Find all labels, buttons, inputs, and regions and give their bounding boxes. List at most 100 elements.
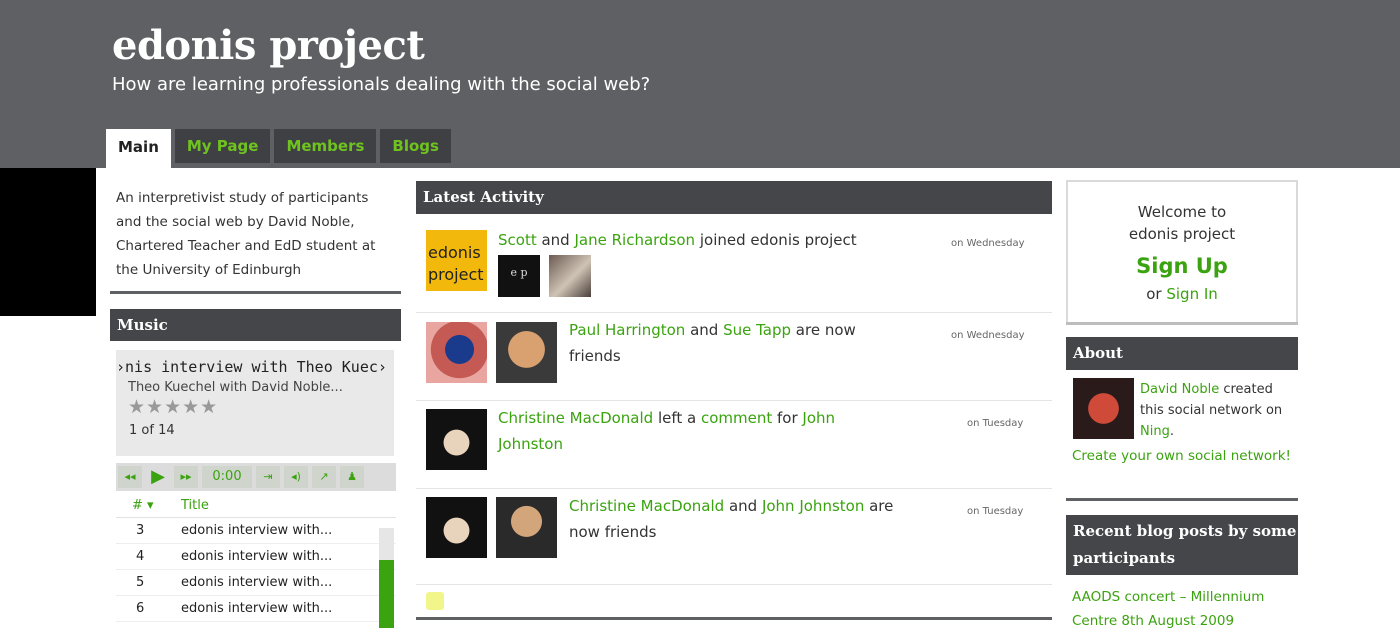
add-person-icon[interactable]: ♟: [340, 466, 364, 488]
about-heading: About: [1066, 337, 1298, 370]
main-tabs: Main My Page Members Blogs: [106, 129, 455, 168]
latest-activity-heading: Latest Activity: [416, 181, 1052, 214]
avatar-david-noble[interactable]: [1073, 378, 1134, 439]
about-text: David Noble created this social network …: [1140, 379, 1296, 442]
playlist-row-num: 3: [136, 523, 145, 538]
time-display: 0:00: [202, 466, 252, 488]
activity-text-fragment: and: [724, 497, 762, 515]
comment-link[interactable]: comment: [701, 409, 772, 427]
activity-item: Paul Harrington and Sue Tapp are now fri…: [416, 312, 1052, 401]
fast-forward-icon[interactable]: ▸▸: [174, 466, 198, 488]
activity-text-fragment: for: [772, 409, 803, 427]
playlist-num-header[interactable]: # ▾: [132, 498, 154, 513]
tab-my-page[interactable]: My Page: [174, 129, 271, 163]
intro-text: An interpretivist study of participants …: [116, 190, 376, 278]
welcome-text: Welcome to edonis project: [1068, 201, 1296, 245]
edonis-logo-thumb[interactable]: edonis project: [426, 230, 487, 291]
activity-item: Christine MacDonald left a comment for J…: [416, 400, 1052, 489]
activity-text-fragment: and: [536, 231, 575, 249]
activity-time: on Tuesday: [967, 506, 1024, 517]
playlist-scrollbar[interactable]: [379, 528, 394, 628]
avatar-paul-harrington[interactable]: [426, 322, 487, 383]
about-period: .: [1169, 424, 1174, 439]
playlist-row-title: edonis interview with...: [181, 601, 333, 616]
divider: [416, 617, 1052, 620]
volume-icon[interactable]: ◂): [284, 466, 308, 488]
avatar-scott[interactable]: e p: [498, 255, 540, 297]
welcome-line-1: Welcome to: [1137, 203, 1227, 221]
playlist-row[interactable]: 4 edonis interview with...: [116, 544, 396, 570]
sign-in-link[interactable]: Sign In: [1166, 285, 1217, 303]
playlist-title-header[interactable]: Title: [181, 498, 209, 513]
playlist-row-title: edonis interview with...: [181, 575, 333, 590]
recent-post-link[interactable]: AAODS concert – Millennium Centre 8th Au…: [1072, 585, 1294, 633]
black-overlay-block: [0, 168, 96, 316]
track-count: 1 of 14: [129, 423, 175, 438]
activity-item: Christine MacDonald and John Johnston ar…: [416, 488, 1052, 585]
activity-time: on Wednesday: [951, 330, 1025, 341]
divider: [110, 291, 401, 294]
member-link[interactable]: Christine MacDonald: [498, 409, 653, 427]
site-tagline: How are learning professionals dealing w…: [112, 74, 651, 95]
member-link[interactable]: Sue Tapp: [723, 321, 791, 339]
activity-item: edonis project Scott and Jane Richardson…: [416, 214, 1052, 313]
play-icon[interactable]: ▶: [146, 466, 170, 488]
playlist-row-title: edonis interview with...: [181, 549, 333, 564]
tab-members[interactable]: Members: [274, 129, 377, 163]
activity-text-fragment: joined edonis project: [695, 231, 857, 249]
welcome-line-2: edonis project: [1128, 225, 1236, 243]
avatar-john-johnston[interactable]: [496, 497, 557, 558]
activity-time: on Tuesday: [967, 418, 1024, 429]
track-title: ›nis interview with Theo Kuec›: [116, 358, 387, 376]
member-link[interactable]: Scott: [498, 231, 537, 249]
sign-in-line: or Sign In: [1068, 285, 1296, 303]
playlist: # ▾ Title 3 edonis interview with... 4 e…: [116, 495, 396, 622]
music-player-display: ›nis interview with Theo Kuec› Theo Kuec…: [116, 350, 394, 456]
playlist-row[interactable]: 5 edonis interview with...: [116, 570, 396, 596]
rss-feed-icon[interactable]: [426, 592, 444, 610]
playlist-scroll-thumb[interactable]: [379, 560, 394, 628]
avatar-sue-tapp[interactable]: [496, 322, 557, 383]
playlist-row-num: 6: [136, 601, 145, 616]
track-subtitle: Theo Kuechel with David Noble...: [128, 380, 343, 395]
creator-link[interactable]: David Noble: [1140, 382, 1219, 397]
site-title[interactable]: edonis project: [112, 22, 425, 69]
activity-text: Christine MacDonald left a comment for J…: [498, 405, 898, 457]
divider: [1066, 322, 1298, 325]
activity-text: Christine MacDonald and John Johnston ar…: [569, 493, 909, 545]
playlist-row-num: 4: [136, 549, 145, 564]
next-track-icon[interactable]: ⇥: [256, 466, 280, 488]
site-header: edonis project How are learning professi…: [0, 0, 1400, 168]
avatar-jane-richardson[interactable]: [549, 255, 591, 297]
ning-link[interactable]: Ning: [1140, 424, 1170, 439]
divider: [1066, 498, 1298, 501]
sign-up-link[interactable]: Sign Up: [1068, 254, 1296, 278]
activity-text-fragment: left a: [653, 409, 701, 427]
tab-main[interactable]: Main: [106, 129, 171, 168]
create-network-link[interactable]: Create your own social network!: [1072, 446, 1294, 466]
activity-time: on Wednesday: [951, 238, 1025, 249]
rewind-icon[interactable]: ◂◂: [118, 466, 142, 488]
avatar-christine-macdonald[interactable]: [426, 497, 487, 558]
playlist-row-num: 5: [136, 575, 145, 590]
member-link[interactable]: Jane Richardson: [574, 231, 695, 249]
tab-blogs[interactable]: Blogs: [380, 129, 451, 163]
share-arrow-icon[interactable]: ↗: [312, 466, 336, 488]
avatar-christine-macdonald[interactable]: [426, 409, 487, 470]
playlist-row-title: edonis interview with...: [181, 523, 333, 538]
welcome-box: Welcome to edonis project Sign Up or Sig…: [1066, 180, 1298, 324]
activity-text: Paul Harrington and Sue Tapp are now fri…: [569, 317, 909, 369]
playlist-row[interactable]: 3 edonis interview with...: [116, 518, 396, 544]
rating-stars[interactable]: ★★★★★: [128, 396, 218, 418]
music-heading: Music: [110, 309, 401, 341]
member-link[interactable]: Christine MacDonald: [569, 497, 724, 515]
playlist-header: # ▾ Title: [116, 495, 396, 518]
activity-text-fragment: and: [685, 321, 724, 339]
member-link[interactable]: Paul Harrington: [569, 321, 685, 339]
playlist-row[interactable]: 6 edonis interview with...: [116, 596, 396, 622]
recent-posts-heading: Recent blog posts by some participants: [1066, 515, 1298, 575]
player-controls: ◂◂ ▶ ▸▸ 0:00 ⇥ ◂) ↗ ♟: [116, 463, 396, 491]
activity-text: Scott and Jane Richardson joined edonis …: [498, 227, 918, 253]
or-text: or: [1146, 285, 1162, 303]
member-link[interactable]: John Johnston: [762, 497, 864, 515]
